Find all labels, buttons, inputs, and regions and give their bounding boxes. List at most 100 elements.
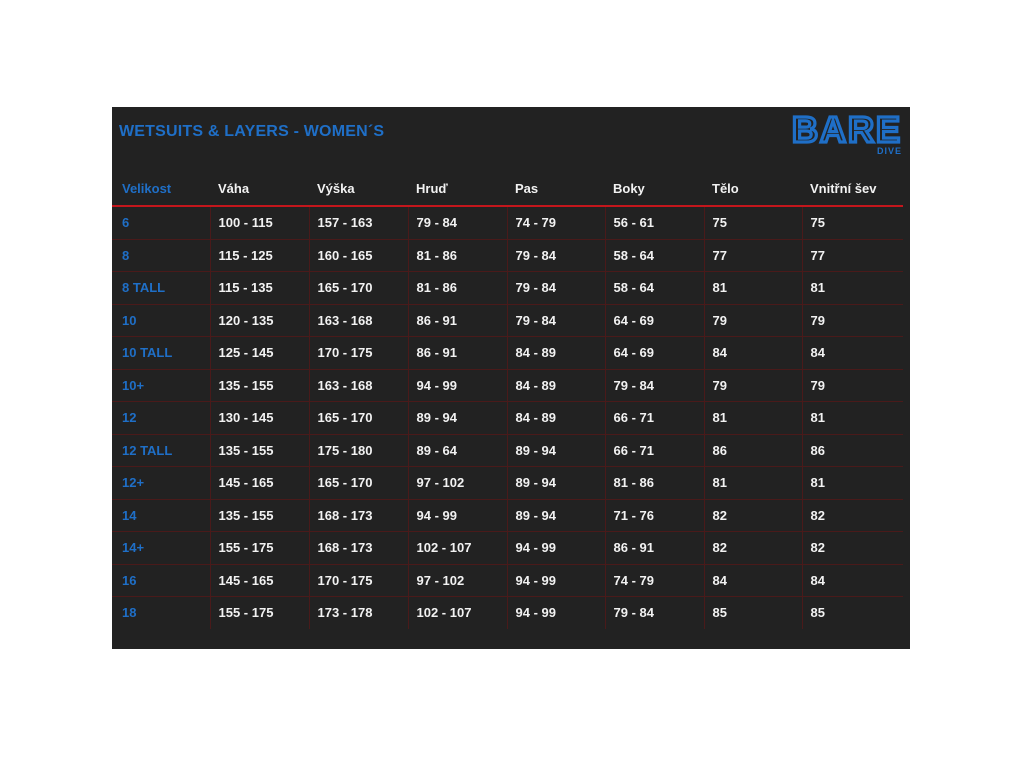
cell-chest: 79 - 84 [407,206,507,240]
cell-torso: 85 [703,596,802,629]
cell-torso: 81 [703,466,802,500]
cell-size: 8 [112,239,210,272]
header-vyska: Výška [309,171,408,207]
table-header-row: Velikost Váha Výška Hruď Pas Boky Tělo V… [112,171,903,207]
cell-torso: 81 [703,401,802,435]
bare-dive-logo: BARE DIVE [790,111,901,156]
cell-torso: 77 [703,239,802,272]
table-row: 10 120 - 135 163 - 168 86 - 91 79 - 84 64 - 6… [112,304,903,337]
cell-weight: 135 - 155 [209,499,309,532]
cell-chest: 102 - 107 [407,596,507,629]
cell-waist: 79 - 84 [506,304,605,337]
cell-height: 160 - 165 [308,239,408,272]
cell-height: 170 - 175 [308,564,408,597]
header-vaha: Váha [210,171,309,207]
cell-chest: 81 - 86 [407,239,507,272]
cell-waist: 79 - 84 [506,239,605,272]
cell-inseam: 77 [801,239,903,272]
cell-inseam: 84 [801,564,903,597]
cell-height: 163 - 168 [308,369,408,402]
cell-inseam: 81 [801,466,903,500]
cell-waist: 84 - 89 [506,401,605,435]
cell-size: 16 [112,564,210,597]
cell-torso: 86 [703,434,802,467]
cell-hips: 58 - 64 [604,271,704,305]
cell-waist: 84 - 89 [506,369,605,402]
cell-weight: 155 - 175 [209,531,309,565]
cell-waist: 94 - 99 [506,531,605,565]
cell-torso: 81 [703,271,802,305]
cell-height: 165 - 170 [308,271,408,305]
cell-inseam: 85 [801,596,903,629]
cell-inseam: 86 [801,434,903,467]
cell-hips: 64 - 69 [604,304,704,337]
header-telo: Tělo [704,171,802,207]
cell-chest: 102 - 107 [407,531,507,565]
table-row: 14 135 - 155 168 - 173 94 - 99 89 - 94 71 - 7… [112,499,903,532]
cell-inseam: 75 [801,206,903,240]
cell-inseam: 81 [801,401,903,435]
table-row: 12+ 145 - 165 165 - 170 97 - 102 89 - 94 81 -… [112,466,903,500]
cell-weight: 155 - 175 [209,596,309,629]
cell-hips: 79 - 84 [604,596,704,629]
cell-torso: 79 [703,369,802,402]
cell-height: 165 - 170 [308,401,408,435]
header-boky: Boky [605,171,704,207]
cell-inseam: 79 [801,304,903,337]
table-row: 8 115 - 125 160 - 165 81 - 86 79 - 84 58 - 64… [112,239,903,272]
cell-size: 10 [112,304,210,337]
cell-weight: 125 - 145 [209,336,309,370]
table-row: 10 TALL 125 - 145 170 - 175 86 - 91 84 - 89 6… [112,336,903,370]
cell-inseam: 79 [801,369,903,402]
header-pas: Pas [507,171,605,207]
table-row: 10+ 135 - 155 163 - 168 94 - 99 84 - 89 79 - … [112,369,903,402]
cell-weight: 145 - 165 [209,466,309,500]
cell-size: 14 [112,499,210,532]
cell-chest: 86 - 91 [407,336,507,370]
cell-hips: 66 - 71 [604,401,704,435]
cell-hips: 74 - 79 [604,564,704,597]
cell-hips: 56 - 61 [604,206,704,240]
cell-weight: 120 - 135 [209,304,309,337]
cell-torso: 84 [703,564,802,597]
cell-hips: 64 - 69 [604,336,704,370]
table-row: 18 155 - 175 173 - 178 102 - 107 94 - 99 79 -… [112,596,903,629]
cell-chest: 94 - 99 [407,499,507,532]
cell-weight: 130 - 145 [209,401,309,435]
table-body: 6 100 - 115 157 - 163 79 - 84 74 - 79 56 - 61… [112,206,903,629]
table-row: 12 TALL 135 - 155 175 - 180 89 - 64 89 - 94 6… [112,434,903,467]
table-row: 8 TALL 115 - 135 165 - 170 81 - 86 79 - 84 58… [112,271,903,305]
cell-height: 163 - 168 [308,304,408,337]
cell-size: 10+ [112,369,210,402]
cell-inseam: 82 [801,531,903,565]
cell-height: 157 - 163 [308,206,408,240]
cell-hips: 81 - 86 [604,466,704,500]
cell-size: 18 [122,605,137,621]
cell-size: 14+ [112,531,210,565]
table-row: 16 145 - 165 170 - 175 97 - 102 94 - 99 74 - … [112,564,903,597]
cell-chest: 94 - 99 [407,369,507,402]
cell-waist: 94 - 99 [506,596,605,629]
header-vnitrni-sev: Vnitřní šev [802,171,903,207]
table-row: 12 130 - 145 165 - 170 89 - 94 84 - 89 66 - 7… [112,401,903,435]
cell-size: 12+ [112,466,210,500]
cell-waist: 74 - 79 [506,206,605,240]
cell-weight: 115 - 135 [209,271,309,305]
cell-torso: 82 [703,499,802,532]
cell-waist: 94 - 99 [506,564,605,597]
cell-inseam: 84 [801,336,903,370]
cell-height: 168 - 173 [308,499,408,532]
cell-waist: 79 - 84 [506,271,605,305]
cell-hips: 79 - 84 [604,369,704,402]
cell-size: 10 TALL [112,336,210,370]
header-hrud: Hruď [408,171,507,207]
table-row: 6 100 - 115 157 - 163 79 - 84 74 - 79 56 - 61… [112,206,903,240]
cell-height: 168 - 173 [308,531,408,565]
table-row: 14+ 155 - 175 168 - 173 102 - 107 94 - 99 86 … [112,531,903,565]
cell-weight: 100 - 115 [209,206,309,240]
cell-chest: 81 - 86 [407,271,507,305]
cell-weight: 135 - 155 [209,434,309,467]
cell-weight: 145 - 165 [209,564,309,597]
size-chart-panel: WETSUITS & LAYERS - WOMEN´S BARE DIVE Ve… [112,107,910,649]
cell-size: 12 [112,401,210,435]
